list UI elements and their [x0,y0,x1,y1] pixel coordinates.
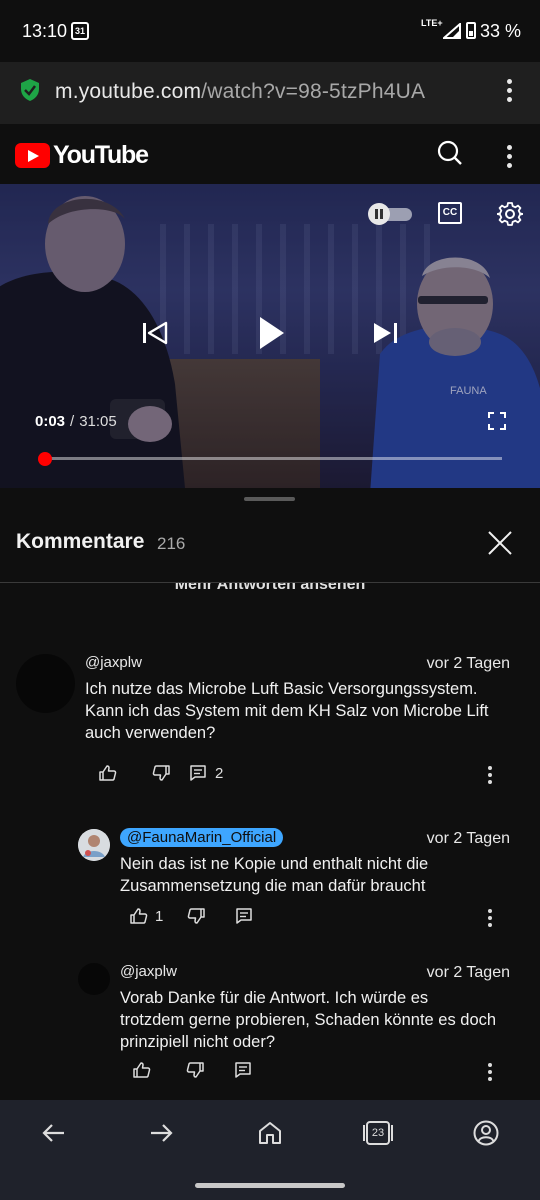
like-button[interactable] [99,764,117,782]
panel-drag-handle[interactable] [244,497,295,501]
forward-arrow-icon[interactable] [148,1120,174,1146]
comment-text: Nein das ist ne Kopie und enthalt nicht … [120,855,429,895]
panel-divider [0,582,540,583]
youtube-wordmark: YouTube [53,141,149,169]
comment-text: Vorab Danke für die Antwort. Ich würde e… [120,989,497,1051]
comment-more-icon[interactable] [488,766,493,787]
avatar[interactable] [16,654,75,713]
thumb-up-icon [99,765,117,781]
comment-time: vor 2 Tagen [426,964,510,981]
close-icon[interactable] [487,530,513,556]
comment-author-verified[interactable]: @FaunaMarin_Official [120,828,284,847]
network-type: LTE+ [421,18,443,28]
comments-panel: Kommentare 216 Mehr Antworten ansehen @j… [0,488,540,1100]
like-button[interactable]: 1 [130,907,163,925]
url-host: m.youtube.com [55,80,202,103]
reply-button[interactable] [234,1061,252,1079]
comment-time: vor 2 Tagen [426,830,510,847]
comment-time: vor 2 Tagen [426,655,510,672]
youtube-header: YouTube [0,124,540,184]
previous-video-icon[interactable] [142,321,168,345]
youtube-logo[interactable]: YouTube [15,141,149,170]
autoplay-toggle[interactable] [368,203,412,225]
like-button[interactable] [133,1061,151,1079]
comment-more-icon[interactable] [488,1063,493,1084]
dislike-button[interactable] [186,1061,204,1079]
play-icon[interactable] [258,315,286,351]
comment-more-icon[interactable] [488,909,493,930]
video-player[interactable]: FAUNA CC 0:03/31:05 [0,184,540,488]
tabs-button[interactable]: 23 [363,1120,393,1146]
battery-percent: 33 % [480,21,522,41]
fullscreen-icon[interactable] [488,412,506,430]
browser-address-bar[interactable]: m.youtube.com/watch?v=98-5tzPh4UA [0,62,540,124]
comment-reply: @FaunaMarin_Official vor 2 Tagen Nein da… [0,826,540,946]
comments-title: Kommentare [16,530,145,553]
time-separator: / [70,413,75,430]
thumb-down-icon [186,1062,204,1078]
search-icon[interactable] [437,140,463,166]
thumb-up-icon [133,1062,151,1078]
status-time: 13:10 [22,21,68,41]
status-bar: 13:10 31 LTE+ 33 % [0,0,540,62]
dislike-button[interactable] [152,764,170,782]
comment-actions: 2 [99,761,223,785]
browser-bottom-nav: 23 [0,1100,540,1200]
like-count: 1 [155,907,164,925]
duration: 31:05 [79,413,117,430]
signal-icon [443,23,461,39]
browser-menu-icon[interactable] [507,79,513,106]
comment-actions: 1 [130,904,253,928]
youtube-play-logo-icon [15,143,50,168]
reply-count: 2 [215,764,224,782]
reply-comment-icon [190,765,206,781]
avatar[interactable] [78,963,110,995]
reply-button[interactable]: 2 [189,764,223,782]
tab-count: 23 [371,1127,385,1139]
comment-author[interactable]: @jaxplw [85,654,142,671]
more-replies-button[interactable]: Mehr Antworten ansehen [0,583,540,594]
url-path: /watch?v=98-5tzPh4UA [201,80,426,103]
calendar-icon: 31 [71,22,89,40]
captions-button[interactable]: CC [438,202,462,224]
back-arrow-icon[interactable] [41,1120,67,1146]
settings-gear-icon[interactable] [497,201,523,227]
account-icon[interactable] [473,1120,499,1146]
next-video-icon[interactable] [372,321,398,345]
gesture-bar[interactable] [195,1183,345,1188]
dislike-button[interactable] [187,907,206,925]
reply-comment-icon [235,1062,251,1078]
progress-scrubber[interactable] [38,452,52,466]
current-time: 0:03 [35,413,66,430]
home-icon[interactable] [257,1120,283,1146]
battery-icon [466,22,476,39]
progress-bar[interactable] [45,457,502,460]
youtube-menu-icon[interactable] [507,145,513,172]
time-readout: 0:03/31:05 [35,413,117,430]
comment: @jaxplw vor 2 Tagen Ich nutze das Microb… [0,648,540,788]
comment-author[interactable]: @jaxplw [120,963,177,980]
secure-shield-icon[interactable] [20,78,40,102]
thumb-up-icon [130,908,148,924]
reply-button[interactable] [235,907,253,925]
comment-actions [133,1058,252,1082]
comments-count: 216 [157,534,186,553]
reply-comment-icon [236,908,253,924]
thumb-down-icon [188,908,206,924]
thumb-down-icon [152,765,170,781]
comment-reply: @jaxplw vor 2 Tagen Vorab Danke für die … [0,960,540,1100]
comment-text: Ich nutze das Microbe Luft Basic Versorg… [85,680,489,742]
pause-icon [368,203,390,225]
avatar[interactable] [78,829,110,861]
url-text[interactable]: m.youtube.com/watch?v=98-5tzPh4UA [55,80,425,104]
